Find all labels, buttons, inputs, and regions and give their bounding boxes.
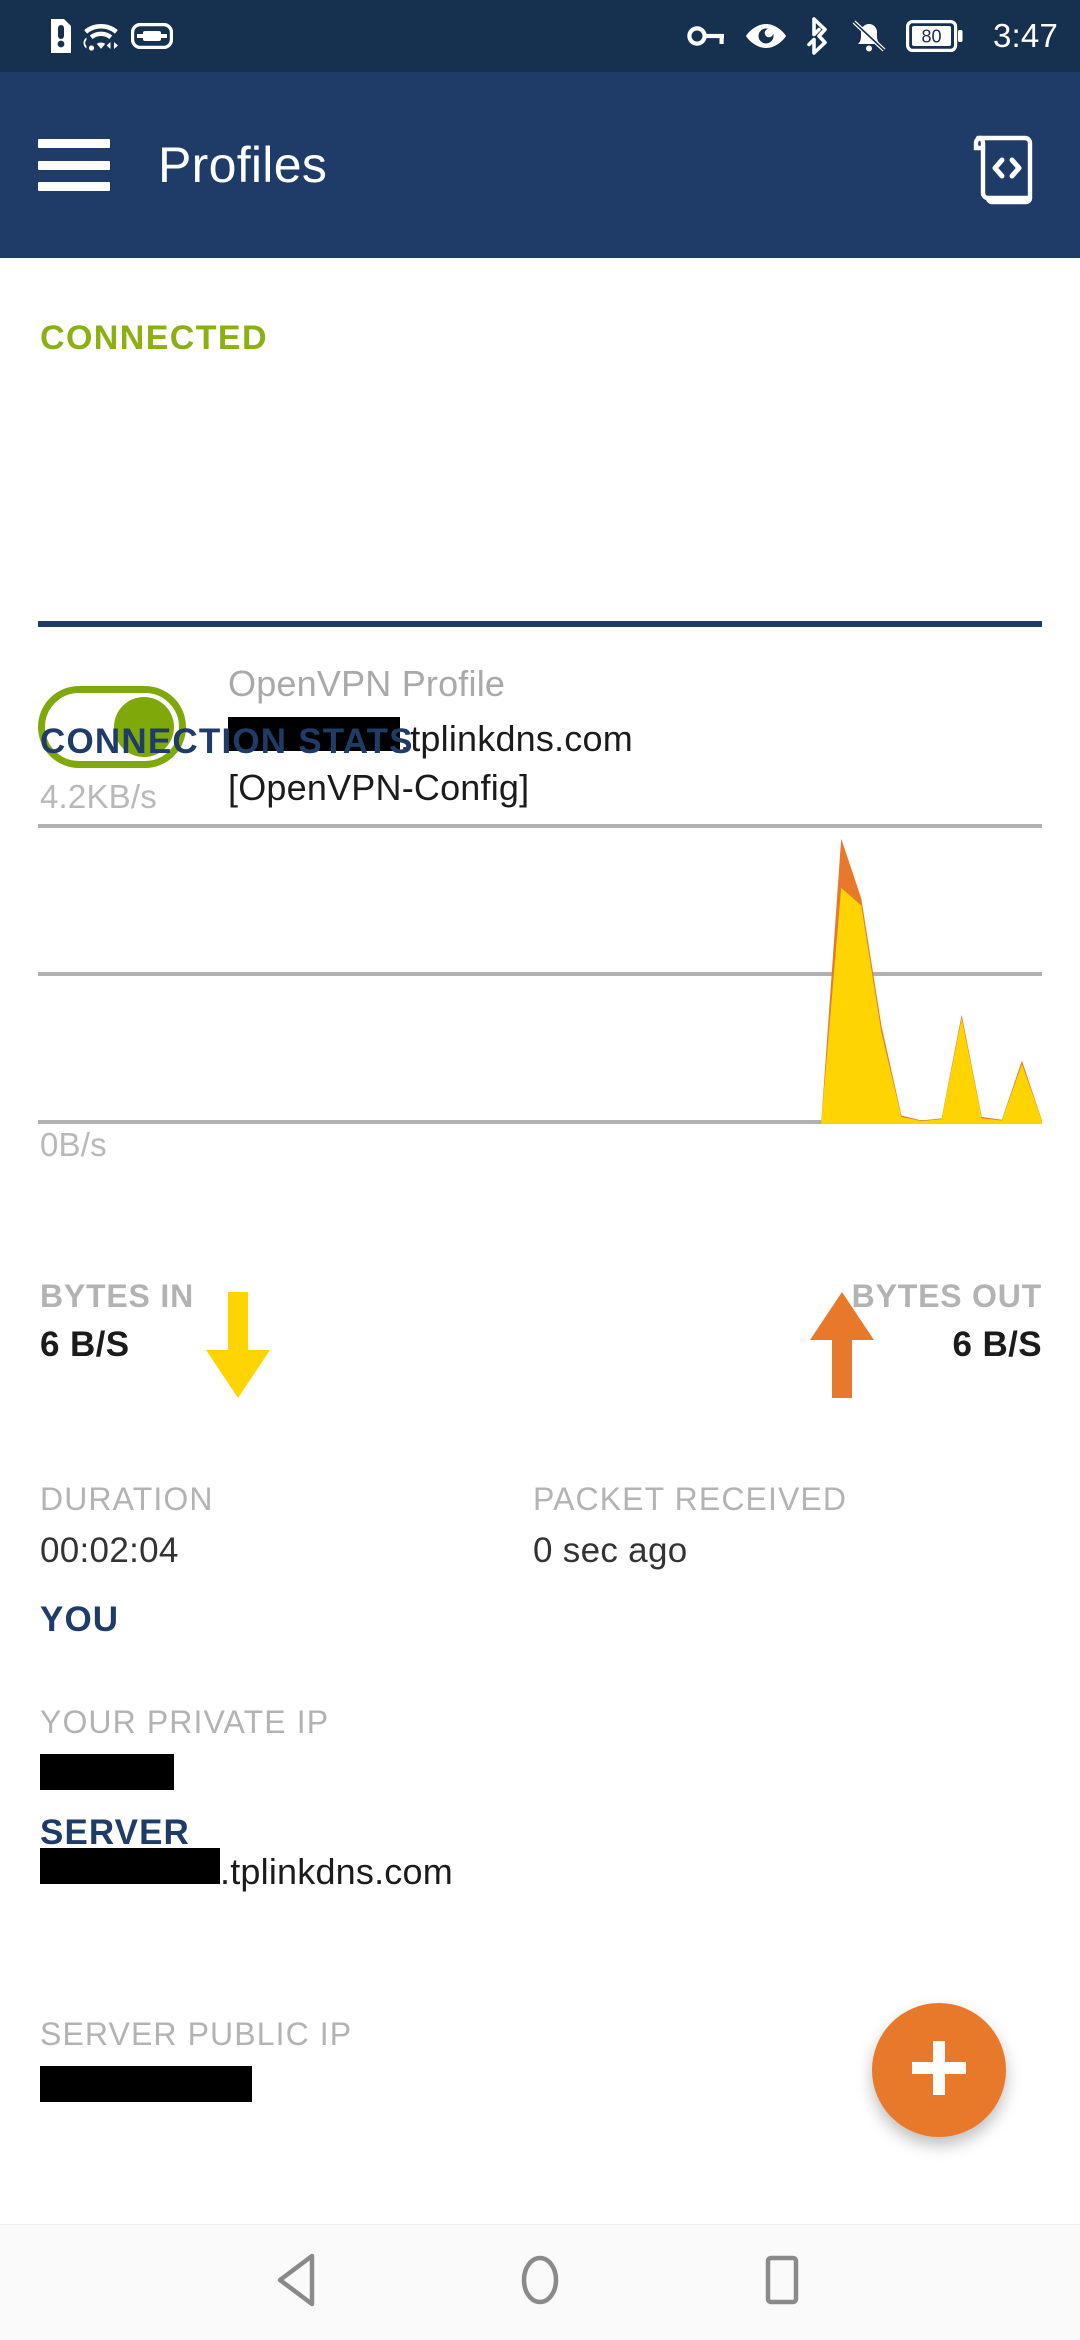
status-bar-left-icons <box>47 19 173 53</box>
chart-axis-max-label: 4.2KB/s <box>40 778 157 815</box>
packet-received-group: PACKET RECEIVED 0 sec ago <box>533 1481 848 1570</box>
private-ip-label: YOUR PRIVATE IP <box>40 1704 330 1740</box>
connection-status-badge: CONNECTED <box>40 319 268 357</box>
bytes-in-group: BYTES IN 6 B/S <box>40 1278 194 1364</box>
main-content: CONNECTED OpenVPN Profile .tplinkdns.com… <box>0 258 1080 2224</box>
profile-config-name: [OpenVPN-Config] <box>228 766 530 808</box>
chart-series-bytes-in <box>38 887 1042 1124</box>
eye-icon <box>745 22 787 50</box>
recents-square-icon <box>756 2252 808 2313</box>
page-title: Profiles <box>158 137 328 193</box>
app-bar: Profiles <box>0 72 1080 258</box>
battery-level-text: 80 <box>921 27 941 47</box>
arrow-down-icon <box>196 1292 280 1403</box>
server-section-heading: SERVER <box>40 1813 190 1852</box>
section-divider <box>38 621 1042 627</box>
server-public-ip-value <box>40 2065 352 2110</box>
redacted-server-host-block <box>40 1848 220 1884</box>
duration-value: 00:02:04 <box>40 1530 179 1570</box>
profile-kind-label: OpenVPN Profile <box>228 663 506 704</box>
nav-home-button[interactable] <box>514 2252 566 2313</box>
phone-screen: 80 3:47 Profiles CONNECTED OpenVPN Profi… <box>0 0 1080 2340</box>
packet-received-label: PACKET RECEIVED <box>533 1481 848 1517</box>
bytes-out-value: 6 B/S <box>952 1324 1042 1364</box>
server-public-ip-group: SERVER PUBLIC IP <box>40 2016 353 2110</box>
bluetooth-icon <box>806 17 832 55</box>
server-hostname-suffix: .tplinkdns.com <box>220 1851 453 1892</box>
battery-icon: 80 <box>905 20 964 52</box>
connection-stats-heading: CONNECTION STATS <box>40 722 414 761</box>
plus-icon <box>904 2033 974 2108</box>
profile-hostname-suffix: .tplinkdns.com <box>400 718 633 760</box>
server-public-ip-label: SERVER PUBLIC IP <box>40 2016 353 2052</box>
back-triangle-icon <box>272 2252 324 2313</box>
chart-axis-min-label: 0B/s <box>40 1126 107 1163</box>
status-bar-right-icons: 80 3:47 <box>686 17 1058 55</box>
sim-alert-icon <box>47 19 71 53</box>
server-host-group: .tplinkdns.com <box>40 1848 453 1892</box>
throughput-chart: 4.2KB/s 0B/s <box>38 778 1042 1163</box>
bell-off-icon <box>851 18 887 54</box>
duration-group: DURATION 00:02:04 <box>40 1481 214 1570</box>
key-icon <box>686 22 726 50</box>
add-profile-button[interactable] <box>872 2003 1006 2137</box>
home-circle-icon <box>514 2252 566 2313</box>
status-bar: 80 3:47 <box>0 0 1080 72</box>
private-ip-value <box>40 1753 329 1798</box>
bytes-out-group: BYTES OUT 6 B/S <box>851 1278 1042 1364</box>
bytes-in-label: BYTES IN <box>40 1278 194 1314</box>
packet-received-value: 0 sec ago <box>533 1530 688 1570</box>
redacted-private-ip-block <box>40 1753 174 1790</box>
bytes-in-value: 6 B/S <box>40 1324 130 1364</box>
redacted-server-public-ip-block <box>40 2065 252 2102</box>
android-nav-bar <box>0 2224 1080 2340</box>
nav-recents-button[interactable] <box>756 2252 808 2313</box>
chart-canvas <box>38 824 1042 1124</box>
nav-back-button[interactable] <box>272 2252 324 2313</box>
server-hostname-value: .tplinkdns.com <box>40 1848 453 1892</box>
status-bar-clock: 3:47 <box>992 17 1058 54</box>
you-section-heading: YOU <box>40 1600 120 1639</box>
hamburger-menu-icon[interactable] <box>38 139 110 191</box>
throughput-summary: BYTES IN 6 B/S BYTES OUT 6 B/S <box>0 1278 1080 1410</box>
duration-label: DURATION <box>40 1481 214 1517</box>
vpn-key-icon <box>131 23 173 49</box>
log-scroll-icon[interactable] <box>968 130 1038 211</box>
bytes-out-label: BYTES OUT <box>851 1278 1042 1314</box>
private-ip-group: YOUR PRIVATE IP <box>40 1704 330 1798</box>
wifi-hotspot-icon <box>80 19 122 53</box>
